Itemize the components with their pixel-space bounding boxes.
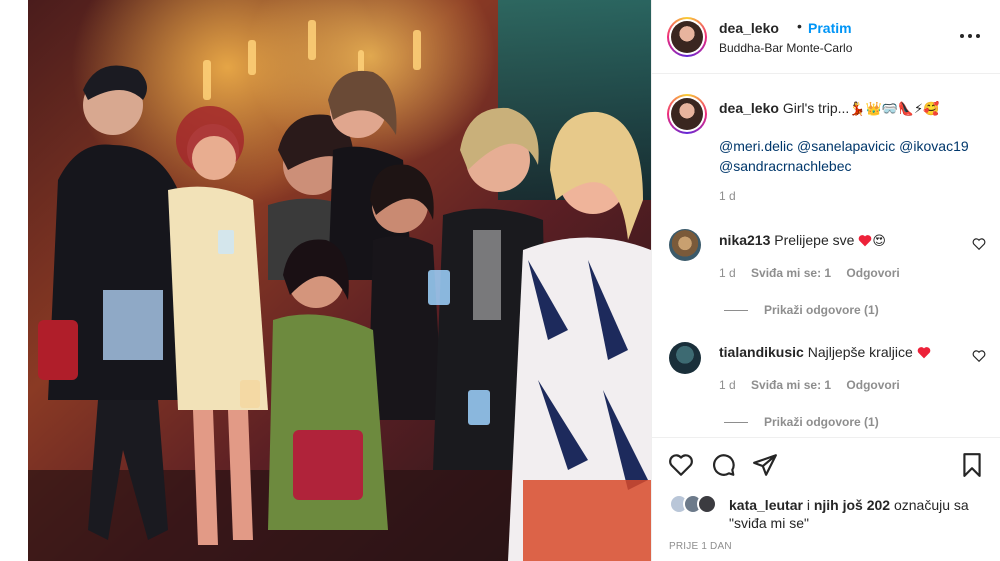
reply-button[interactable]: Odgovori: [846, 378, 899, 392]
post-details-panel: dea_leko • Pratim Buddha-Bar Monte-Carlo…: [651, 0, 1000, 561]
caption-emojis: 💃👑🥽👠⚡🥰: [849, 102, 940, 117]
comment-avatar[interactable]: [669, 342, 701, 374]
post-caption: dea_leko Girl's trip...💃👑🥽👠⚡🥰: [719, 98, 989, 120]
mention-link[interactable]: @ikovac19: [899, 138, 968, 154]
photo-margin: [0, 0, 28, 561]
comment-username[interactable]: tialandikusic: [719, 344, 804, 360]
caption-username[interactable]: dea_leko: [719, 100, 779, 116]
post-timestamp[interactable]: PRIJE 1 DAN: [669, 541, 732, 552]
author-username[interactable]: dea_leko: [719, 20, 779, 36]
separator-dot: •: [797, 18, 802, 34]
likers-avatars[interactable]: [669, 494, 725, 516]
instagram-post-view: dea_leko • Pratim Buddha-Bar Monte-Carlo…: [0, 0, 1000, 561]
caption-mentions: @meri.delic @sanelapavicic @ikovac19 @sa…: [719, 136, 989, 176]
comment-text: Prelijepe sve: [774, 232, 855, 248]
comment-like-icon[interactable]: [972, 237, 986, 251]
comment-body: nika213 Prelijepe sve 😍: [719, 231, 886, 251]
comment-time[interactable]: 1 d: [719, 266, 736, 280]
reply-button[interactable]: Odgovori: [846, 266, 899, 280]
comment-avatar[interactable]: [669, 229, 701, 261]
comment-likes-count[interactable]: Sviđa mi se: 1: [751, 266, 831, 280]
replies-divider: [724, 422, 748, 424]
caption-avatar[interactable]: [667, 94, 707, 134]
comment-text: Najljepše kraljice: [807, 344, 913, 360]
view-replies-label: Prikaži odgovore (1): [764, 303, 879, 317]
comment-username[interactable]: nika213: [719, 232, 770, 248]
liker-username[interactable]: kata_leutar: [729, 497, 803, 513]
more-options-icon[interactable]: [958, 26, 982, 46]
replies-divider: [724, 310, 748, 312]
heart-icon[interactable]: [668, 452, 694, 478]
likes-connector: i: [806, 497, 810, 513]
caption-time[interactable]: 1 d: [719, 189, 736, 203]
view-replies-label: Prikaži odgovore (1): [764, 415, 879, 429]
bookmark-icon[interactable]: [959, 452, 985, 478]
comment-body: tialandikusic Najljepše kraljice: [719, 343, 931, 361]
view-replies-button[interactable]: Prikaži odgovore (1): [724, 303, 879, 317]
post-header: dea_leko • Pratim Buddha-Bar Monte-Carlo: [652, 0, 1000, 74]
post-location[interactable]: Buddha-Bar Monte-Carlo: [719, 41, 852, 55]
red-heart-emoji: [859, 235, 872, 247]
mention-link[interactable]: @sanelapavicic: [797, 138, 895, 154]
comment-emoji: 😍: [872, 234, 886, 249]
post-actions: kata_leutar i njih još 202 označuju sa "…: [652, 437, 1000, 561]
comment-likes-count[interactable]: Sviđa mi se: 1: [751, 378, 831, 392]
comment-meta: 1 d Sviđa mi se: 1 Odgovori: [719, 266, 912, 280]
caption-text: Girl's trip...: [782, 100, 850, 116]
likes-text: kata_leutar i njih još 202 označuju sa "…: [729, 496, 999, 532]
author-avatar[interactable]: [667, 17, 707, 57]
mention-link[interactable]: @sandracrnachlebec: [719, 158, 852, 174]
comment-like-icon[interactable]: [972, 349, 986, 363]
post-photo-image: [28, 0, 651, 561]
comment-meta: 1 d Sviđa mi se: 1 Odgovori: [719, 378, 912, 392]
likes-others-button[interactable]: njih još 202: [814, 497, 890, 513]
post-photo[interactable]: [28, 0, 651, 561]
view-replies-button[interactable]: Prikaži odgovore (1): [724, 415, 879, 429]
red-heart-emoji: [917, 347, 930, 359]
follow-button[interactable]: Pratim: [808, 20, 852, 36]
mention-link[interactable]: @meri.delic: [719, 138, 793, 154]
comment-icon[interactable]: [710, 452, 736, 478]
comment-time[interactable]: 1 d: [719, 378, 736, 392]
share-icon[interactable]: [752, 452, 778, 478]
